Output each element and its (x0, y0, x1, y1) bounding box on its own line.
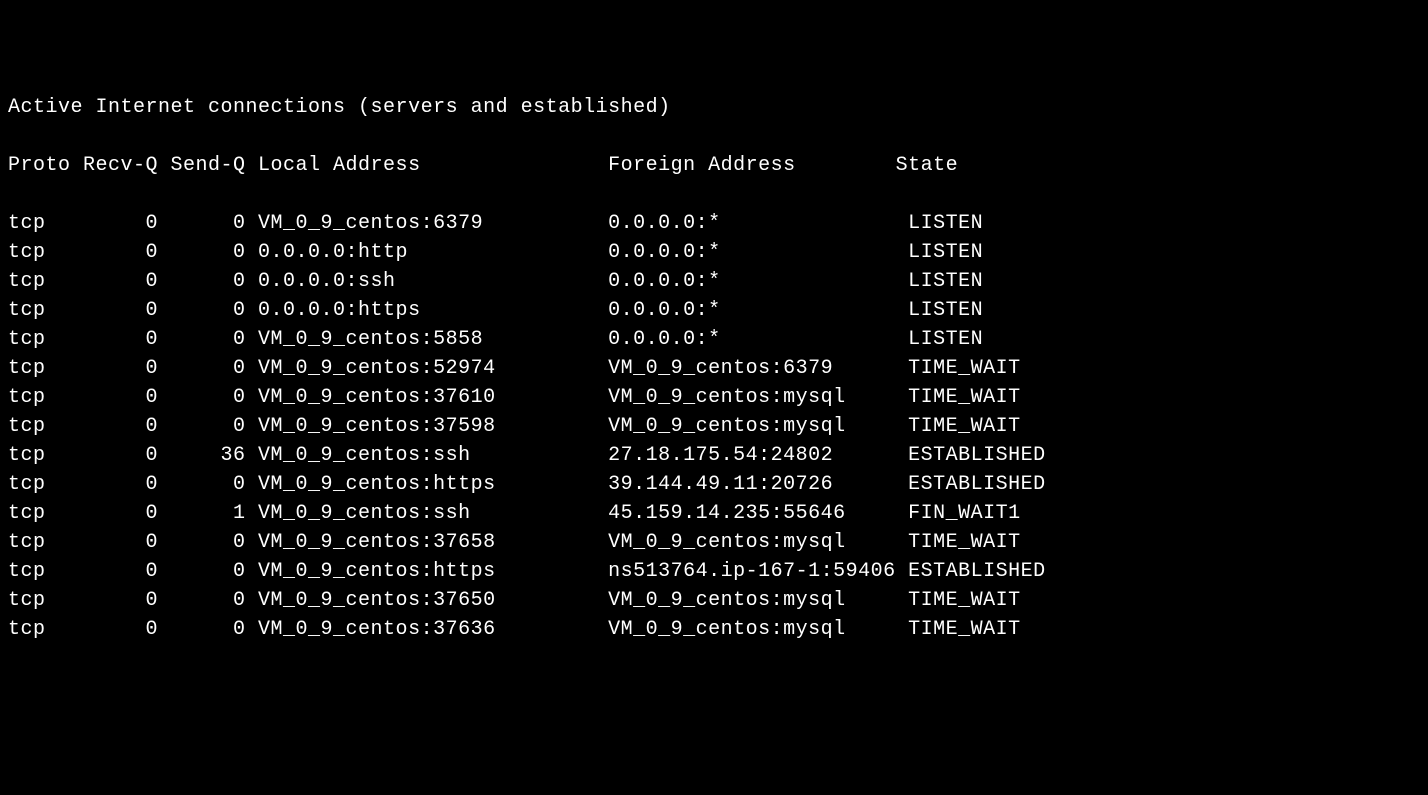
netstat-row: tcp 0 0 VM_0_9_centos:37598 VM_0_9_cento… (8, 412, 1420, 441)
netstat-row: tcp 0 0 VM_0_9_centos:https 39.144.49.11… (8, 470, 1420, 499)
netstat-row: tcp 0 0 0.0.0.0:ssh 0.0.0.0:* LISTEN (8, 267, 1420, 296)
netstat-row: tcp 0 0 0.0.0.0:https 0.0.0.0:* LISTEN (8, 296, 1420, 325)
netstat-header: Proto Recv-Q Send-Q Local Address Foreig… (8, 151, 1420, 180)
netstat-row: tcp 0 0 VM_0_9_centos:5858 0.0.0.0:* LIS… (8, 325, 1420, 354)
netstat-row: tcp 0 0 VM_0_9_centos:37610 VM_0_9_cento… (8, 383, 1420, 412)
netstat-row: tcp 0 36 VM_0_9_centos:ssh 27.18.175.54:… (8, 441, 1420, 470)
netstat-row: tcp 0 0 0.0.0.0:http 0.0.0.0:* LISTEN (8, 238, 1420, 267)
netstat-title: Active Internet connections (servers and… (8, 93, 1420, 122)
netstat-row: tcp 0 0 VM_0_9_centos:52974 VM_0_9_cento… (8, 354, 1420, 383)
netstat-row: tcp 0 0 VM_0_9_centos:37658 VM_0_9_cento… (8, 528, 1420, 557)
netstat-row: tcp 0 0 VM_0_9_centos:6379 0.0.0.0:* LIS… (8, 209, 1420, 238)
netstat-row: tcp 0 0 VM_0_9_centos:https ns513764.ip-… (8, 557, 1420, 586)
netstat-row: tcp 0 0 VM_0_9_centos:37650 VM_0_9_cento… (8, 586, 1420, 615)
netstat-row: tcp 0 0 VM_0_9_centos:37636 VM_0_9_cento… (8, 615, 1420, 644)
netstat-row: tcp 0 1 VM_0_9_centos:ssh 45.159.14.235:… (8, 499, 1420, 528)
